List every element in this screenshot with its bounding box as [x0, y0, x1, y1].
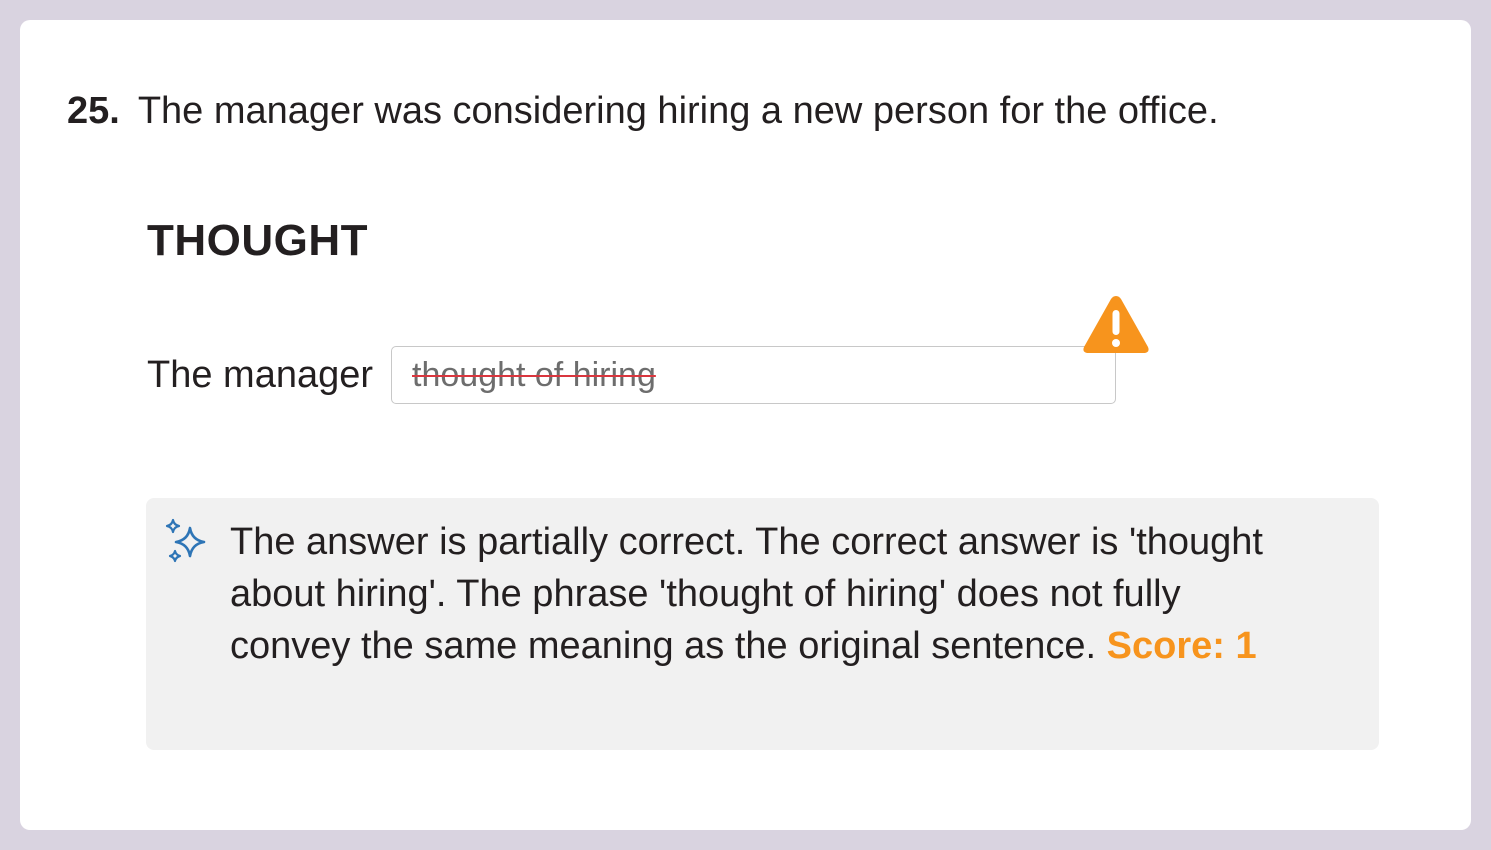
answer-prefix: The manager [147, 353, 374, 396]
answer-value: thought of hiring [412, 355, 656, 394]
feedback-text: The answer is partially correct. The cor… [230, 516, 1310, 672]
question-number: 25. [67, 90, 120, 132]
question-card: 25. The manager was considering hiring a… [20, 20, 1471, 830]
question-row: 25. The manager was considering hiring a… [67, 90, 1219, 133]
feedback-panel: The answer is partially correct. The cor… [146, 498, 1379, 750]
answer-row: The manager thought of hiring [147, 296, 1149, 404]
answer-input[interactable]: thought of hiring [391, 296, 1149, 404]
question-text: The manager was considering hiring a new… [137, 90, 1219, 132]
score-label: Score: 1 [1106, 625, 1257, 667]
warning-icon [1083, 296, 1149, 353]
keyword-label: THOUGHT [147, 216, 369, 265]
sparkle-icon [165, 518, 206, 563]
